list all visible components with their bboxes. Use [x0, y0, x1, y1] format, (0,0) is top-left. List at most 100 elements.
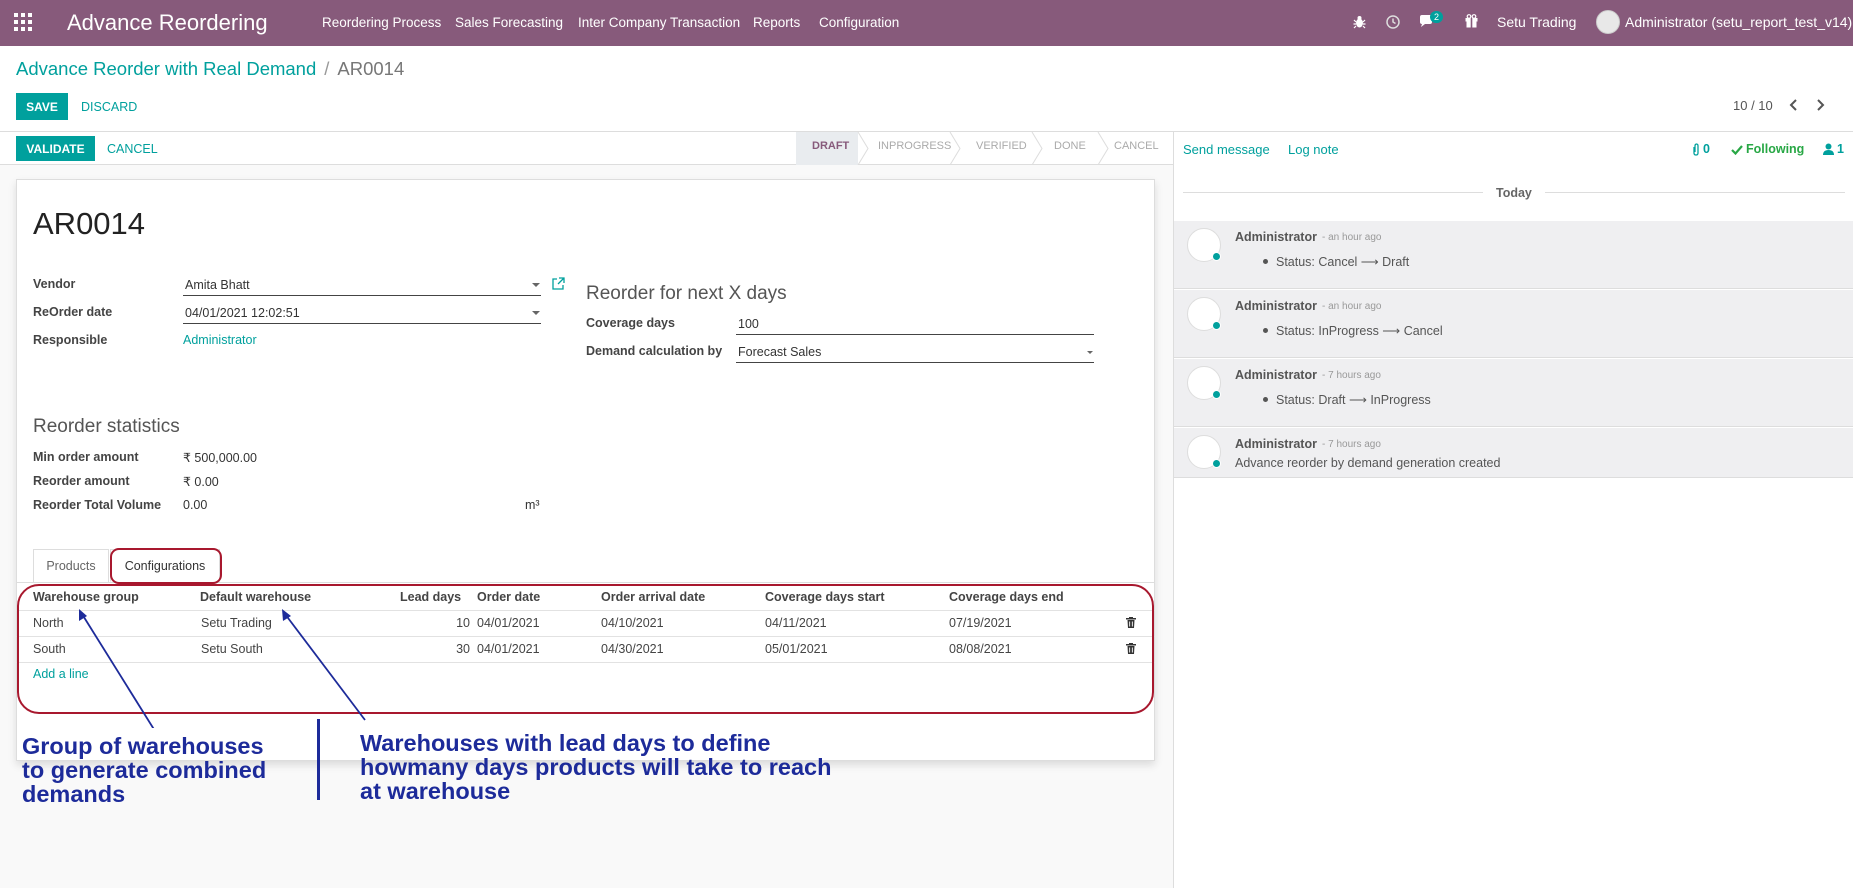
today-divider-left [1183, 192, 1483, 193]
user-menu[interactable]: Administrator (setu_report_test_v14) [1625, 14, 1852, 30]
vendor-field[interactable]: Amita Bhatt [185, 278, 250, 292]
following-button[interactable]: Following [1746, 142, 1804, 156]
reorder-total-volume-label: Reorder Total Volume [33, 498, 162, 512]
clock-icon[interactable] [1386, 15, 1400, 29]
stage-done[interactable]: DONE [1054, 140, 1086, 152]
today-divider-right [1545, 192, 1845, 193]
message-body: Status: InProgress ⟶ Cancel [1276, 324, 1443, 338]
external-link-icon[interactable] [552, 277, 565, 290]
coverage-days-underline [736, 334, 1094, 335]
validate-button[interactable]: VALIDATE [16, 136, 95, 161]
stage-inprogress[interactable]: INPROGRESS [878, 140, 951, 152]
breadcrumb-current: AR0014 [337, 58, 405, 79]
record-name: AR0014 [33, 206, 146, 241]
vendor-label: Vendor [33, 277, 76, 291]
coverage-days-input[interactable]: 100 [738, 317, 759, 331]
message-time: - an hour ago [1322, 301, 1382, 312]
message-body: Advance reorder by demand generation cre… [1235, 456, 1501, 470]
log-note-button[interactable]: Log note [1288, 142, 1339, 157]
discard-button[interactable]: DISCARD [81, 100, 137, 114]
reorder-date-field[interactable]: 04/01/2021 12:02:51 [185, 306, 300, 320]
stage-draft[interactable]: DRAFT [812, 140, 849, 152]
gift-icon[interactable] [1465, 14, 1478, 28]
pager-prev-icon[interactable] [1788, 98, 1798, 112]
message-author[interactable]: Administrator [1235, 437, 1317, 451]
annotation-line: howmany days products will take to reach [360, 754, 832, 780]
chat-count-badge: 2 [1430, 11, 1444, 23]
cancel-button[interactable]: CANCEL [107, 142, 158, 156]
breadcrumb-parent[interactable]: Advance Reorder with Real Demand [16, 58, 316, 79]
min-order-amount-label: Min order amount [33, 450, 139, 464]
vendor-dropdown-icon[interactable] [532, 283, 540, 287]
annotation-line: at warehouse [360, 778, 511, 804]
reorder-date-dropdown-icon[interactable] [532, 311, 540, 315]
coverage-days-label: Coverage days [586, 316, 675, 330]
tab-products[interactable]: Products [33, 549, 109, 582]
reorder-amount-label: Reorder amount [33, 474, 130, 488]
bullet-icon [1263, 259, 1268, 264]
breadcrumb-separator: / [324, 58, 330, 79]
message-author[interactable]: Administrator [1235, 368, 1317, 382]
save-button[interactable]: SAVE [16, 93, 68, 120]
menu-reordering-process[interactable]: Reordering Process [322, 15, 441, 30]
demand-calc-select[interactable]: Forecast Sales [738, 345, 821, 359]
annotation-line: to generate combined [22, 757, 267, 783]
bug-icon[interactable] [1353, 15, 1366, 29]
annotation-lead-days: Warehouses with lead days to define howm… [360, 731, 831, 803]
user-avatar[interactable] [1596, 10, 1620, 34]
apps-grid-icon[interactable] [14, 13, 34, 33]
chatter-message [1174, 428, 1853, 478]
message-time: - 7 hours ago [1322, 370, 1381, 381]
reorder-amount-value: ₹ 0.00 [183, 475, 219, 489]
today-label: Today [1496, 186, 1532, 200]
stage-cancel[interactable]: CANCEL [1114, 140, 1159, 152]
message-body: Status: Cancel ⟶ Draft [1276, 255, 1410, 269]
message-time: - 7 hours ago [1322, 439, 1381, 450]
min-order-amount-value: ₹ 500,000.00 [183, 451, 257, 465]
reorder-total-volume-value: 0.00 [183, 498, 208, 512]
responsible-label: Responsible [33, 333, 108, 347]
company-switcher[interactable]: Setu Trading [1497, 14, 1576, 30]
menu-inter-company-transaction[interactable]: Inter Company Transaction [578, 15, 740, 30]
vendor-field-underline [183, 295, 541, 296]
send-message-button[interactable]: Send message [1183, 142, 1270, 157]
annotation-warehouse-group: Group of warehouses to generate combined… [22, 734, 266, 806]
breadcrumb: Advance Reorder with Real Demand / AR0014 [16, 58, 404, 80]
annotation-arrows [79, 609, 366, 728]
followers-icon[interactable] [1823, 143, 1834, 155]
annotation-line: demands [22, 781, 126, 807]
attachment-count[interactable]: 0 [1703, 142, 1710, 156]
online-status-icon [1212, 321, 1221, 330]
pager-next-icon[interactable] [1816, 98, 1826, 112]
message-time: - an hour ago [1322, 232, 1382, 243]
bullet-icon [1263, 397, 1268, 402]
menu-configuration[interactable]: Configuration [819, 15, 899, 30]
paperclip-icon[interactable] [1691, 143, 1701, 156]
demand-calc-dropdown-icon[interactable] [1087, 351, 1093, 354]
menu-reports[interactable]: Reports [753, 15, 800, 30]
demand-calc-underline [736, 362, 1094, 363]
online-status-icon [1212, 459, 1221, 468]
followers-count[interactable]: 1 [1837, 142, 1844, 156]
message-author[interactable]: Administrator [1235, 299, 1317, 313]
online-status-icon [1212, 390, 1221, 399]
top-navbar: Advance Reordering Reordering Process Sa… [0, 0, 1853, 46]
annotation-line: Warehouses with lead days to define [360, 730, 771, 756]
volume-unit: m³ [525, 498, 540, 512]
reorder-statistics-title: Reorder statistics [33, 416, 180, 437]
configurations-tab-highlight [110, 548, 222, 584]
demand-calc-label: Demand calculation by [586, 344, 723, 358]
check-icon [1731, 145, 1743, 155]
online-status-icon [1212, 252, 1221, 261]
stage-verified[interactable]: VERIFIED [976, 140, 1027, 152]
message-author[interactable]: Administrator [1235, 230, 1317, 244]
app-name[interactable]: Advance Reordering [67, 10, 268, 36]
annotation-divider [317, 719, 320, 800]
bullet-icon [1263, 328, 1268, 333]
responsible-link[interactable]: Administrator [183, 333, 257, 347]
reorder-next-days-title: Reorder for next X days [586, 283, 787, 304]
annotation-line: Group of warehouses [22, 733, 264, 759]
pager-value[interactable]: 10 / 10 [1733, 98, 1773, 113]
menu-sales-forecasting[interactable]: Sales Forecasting [455, 15, 563, 30]
reorder-date-underline [183, 323, 541, 324]
